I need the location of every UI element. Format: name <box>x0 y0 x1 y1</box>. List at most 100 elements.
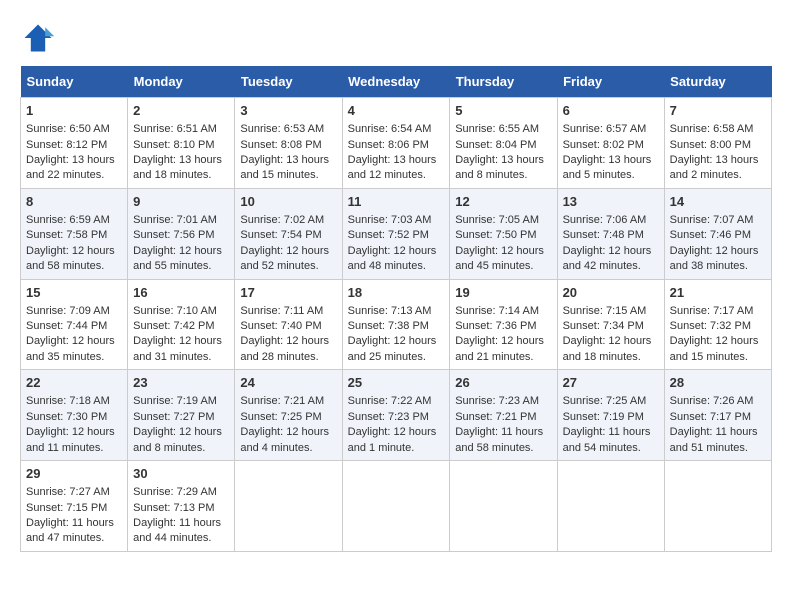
daylight-label: Daylight: 11 hours and 51 minutes. <box>670 426 758 453</box>
sunrise-label: Sunrise: 7:07 AM <box>670 214 754 226</box>
calendar-cell: 21Sunrise: 7:17 AMSunset: 7:32 PMDayligh… <box>664 279 771 370</box>
day-number: 25 <box>348 374 445 392</box>
calendar-header-row: SundayMondayTuesdayWednesdayThursdayFrid… <box>21 66 772 98</box>
sunrise-label: Sunrise: 6:58 AM <box>670 123 754 135</box>
calendar-cell: 30Sunrise: 7:29 AMSunset: 7:13 PMDayligh… <box>128 461 235 552</box>
sunset-label: Sunset: 7:13 PM <box>133 502 214 514</box>
daylight-label: Daylight: 12 hours and 55 minutes. <box>133 245 222 272</box>
sunrise-label: Sunrise: 7:10 AM <box>133 305 217 317</box>
calendar-cell: 27Sunrise: 7:25 AMSunset: 7:19 PMDayligh… <box>557 370 664 461</box>
calendar-cell: 10Sunrise: 7:02 AMSunset: 7:54 PMDayligh… <box>235 188 342 279</box>
daylight-label: Daylight: 11 hours and 44 minutes. <box>133 517 221 544</box>
calendar-cell: 5Sunrise: 6:55 AMSunset: 8:04 PMDaylight… <box>450 98 557 189</box>
calendar-cell: 15Sunrise: 7:09 AMSunset: 7:44 PMDayligh… <box>21 279 128 370</box>
sunset-label: Sunset: 7:17 PM <box>670 411 751 423</box>
sunset-label: Sunset: 8:00 PM <box>670 139 751 151</box>
calendar-table: SundayMondayTuesdayWednesdayThursdayFrid… <box>20 66 772 552</box>
sunrise-label: Sunrise: 7:05 AM <box>455 214 539 226</box>
daylight-label: Daylight: 12 hours and 28 minutes. <box>240 335 329 362</box>
calendar-cell: 23Sunrise: 7:19 AMSunset: 7:27 PMDayligh… <box>128 370 235 461</box>
calendar-cell: 12Sunrise: 7:05 AMSunset: 7:50 PMDayligh… <box>450 188 557 279</box>
calendar-cell: 2Sunrise: 6:51 AMSunset: 8:10 PMDaylight… <box>128 98 235 189</box>
sunrise-label: Sunrise: 7:11 AM <box>240 305 323 317</box>
sunset-label: Sunset: 7:25 PM <box>240 411 321 423</box>
sunrise-label: Sunrise: 6:59 AM <box>26 214 110 226</box>
daylight-label: Daylight: 12 hours and 52 minutes. <box>240 245 329 272</box>
sunrise-label: Sunrise: 7:18 AM <box>26 395 110 407</box>
calendar-cell: 25Sunrise: 7:22 AMSunset: 7:23 PMDayligh… <box>342 370 450 461</box>
calendar-cell <box>557 461 664 552</box>
day-number: 14 <box>670 193 766 211</box>
daylight-label: Daylight: 12 hours and 38 minutes. <box>670 245 759 272</box>
daylight-label: Daylight: 12 hours and 21 minutes. <box>455 335 544 362</box>
calendar-cell: 8 Sunrise: 6:59 AM Sunset: 7:58 PM Daylight… <box>21 188 128 279</box>
calendar-cell: 1Sunrise: 6:50 AMSunset: 8:12 PMDaylight… <box>21 98 128 189</box>
sunrise-label: Sunrise: 7:09 AM <box>26 305 110 317</box>
sunset-label: Sunset: 7:50 PM <box>455 229 536 241</box>
sunrise-label: Sunrise: 6:57 AM <box>563 123 647 135</box>
sunset-label: Sunset: 7:44 PM <box>26 320 107 332</box>
calendar-cell <box>342 461 450 552</box>
daylight-label: Daylight: 13 hours and 5 minutes. <box>563 154 652 181</box>
calendar-cell: 14 Sunrise: 7:07 AM Sunset: 7:46 PM Dayligh… <box>664 188 771 279</box>
day-number: 1 <box>26 102 122 120</box>
calendar-cell <box>664 461 771 552</box>
sunset-label: Sunset: 8:02 PM <box>563 139 644 151</box>
day-number: 7 <box>670 102 766 120</box>
sunset-label: Sunset: 7:30 PM <box>26 411 107 423</box>
daylight-label: Daylight: 12 hours and 45 minutes. <box>455 245 544 272</box>
column-header-monday: Monday <box>128 66 235 98</box>
sunrise-label: Sunrise: 7:02 AM <box>240 214 324 226</box>
sunrise-label: Sunrise: 7:23 AM <box>455 395 539 407</box>
daylight-label: Daylight: 12 hours and 48 minutes. <box>348 245 437 272</box>
day-number: 11 <box>348 193 445 211</box>
day-number: 8 <box>26 193 122 211</box>
sunrise-label: Sunrise: 7:13 AM <box>348 305 432 317</box>
daylight-label: Daylight: 13 hours and 8 minutes. <box>455 154 544 181</box>
column-header-sunday: Sunday <box>21 66 128 98</box>
column-header-wednesday: Wednesday <box>342 66 450 98</box>
day-number: 19 <box>455 284 551 302</box>
sunset-label: Sunset: 8:12 PM <box>26 139 107 151</box>
sunrise-label: Sunrise: 7:26 AM <box>670 395 754 407</box>
daylight-label: Daylight: 12 hours and 42 minutes. <box>563 245 652 272</box>
sunrise-label: Sunrise: 7:25 AM <box>563 395 647 407</box>
daylight-label: Daylight: 13 hours and 22 minutes. <box>26 154 115 181</box>
sunset-label: Sunset: 7:56 PM <box>133 229 214 241</box>
calendar-cell: 7 Sunrise: 6:58 AM Sunset: 8:00 PM Daylight… <box>664 98 771 189</box>
calendar-cell: 18Sunrise: 7:13 AMSunset: 7:38 PMDayligh… <box>342 279 450 370</box>
calendar-cell: 6 Sunrise: 6:57 AM Sunset: 8:02 PM Daylight… <box>557 98 664 189</box>
column-header-saturday: Saturday <box>664 66 771 98</box>
sunrise-label: Sunrise: 7:29 AM <box>133 486 217 498</box>
daylight-label: Daylight: 13 hours and 2 minutes. <box>670 154 759 181</box>
sunrise-label: Sunrise: 7:01 AM <box>133 214 217 226</box>
column-header-thursday: Thursday <box>450 66 557 98</box>
sunset-label: Sunset: 8:08 PM <box>240 139 321 151</box>
sunset-label: Sunset: 7:46 PM <box>670 229 751 241</box>
sunset-label: Sunset: 7:34 PM <box>563 320 644 332</box>
sunset-label: Sunset: 7:48 PM <box>563 229 644 241</box>
calendar-week-row: 8 Sunrise: 6:59 AM Sunset: 7:58 PM Daylight… <box>21 188 772 279</box>
calendar-cell <box>235 461 342 552</box>
sunset-label: Sunset: 7:58 PM <box>26 229 107 241</box>
sunset-label: Sunset: 7:36 PM <box>455 320 536 332</box>
calendar-cell: 20Sunrise: 7:15 AMSunset: 7:34 PMDayligh… <box>557 279 664 370</box>
daylight-label: Daylight: 12 hours and 58 minutes. <box>26 245 115 272</box>
day-number: 20 <box>563 284 659 302</box>
day-number: 2 <box>133 102 229 120</box>
day-number: 22 <box>26 374 122 392</box>
day-number: 3 <box>240 102 336 120</box>
day-number: 6 <box>563 102 659 120</box>
calendar-cell: 28 Sunrise: 7:26 AM Sunset: 7:17 PM Dayligh… <box>664 370 771 461</box>
sunrise-label: Sunrise: 7:17 AM <box>670 305 754 317</box>
calendar-cell: 16Sunrise: 7:10 AMSunset: 7:42 PMDayligh… <box>128 279 235 370</box>
calendar-week-row: 1Sunrise: 6:50 AMSunset: 8:12 PMDaylight… <box>21 98 772 189</box>
daylight-label: Daylight: 12 hours and 25 minutes. <box>348 335 437 362</box>
day-number: 5 <box>455 102 551 120</box>
daylight-label: Daylight: 13 hours and 15 minutes. <box>240 154 329 181</box>
logo-icon <box>20 20 56 56</box>
sunrise-label: Sunrise: 7:03 AM <box>348 214 432 226</box>
day-number: 28 <box>670 374 766 392</box>
column-header-tuesday: Tuesday <box>235 66 342 98</box>
calendar-week-row: 22 Sunrise: 7:18 AM Sunset: 7:30 PM Dayligh… <box>21 370 772 461</box>
